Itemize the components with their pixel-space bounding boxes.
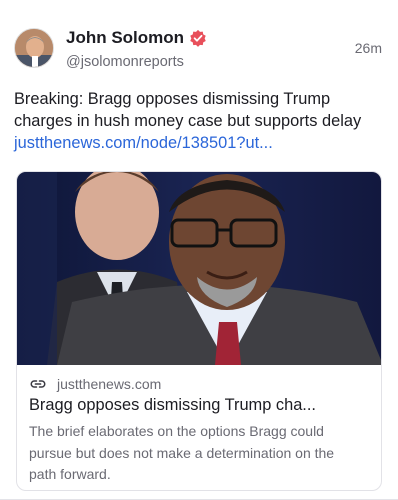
post-timestamp[interactable]: 26m <box>355 40 382 56</box>
author-name[interactable]: John Solomon <box>66 28 184 48</box>
author-avatar[interactable] <box>14 28 54 68</box>
post-card[interactable]: John Solomon @jsolomonreports 26m Breaki… <box>0 0 398 500</box>
post-body: Breaking: Bragg opposes dismissing Trump… <box>14 88 380 154</box>
verified-badge-icon <box>190 29 206 47</box>
link-preview-card[interactable]: justthenews.com Bragg opposes dismissing… <box>16 171 382 491</box>
post-header: John Solomon @jsolomonreports 26m <box>14 24 384 74</box>
author-info: John Solomon @jsolomonreports <box>66 28 207 70</box>
link-icon <box>30 380 46 388</box>
preview-description: The brief elaborates on the options Brag… <box>29 423 335 482</box>
preview-domain: justthenews.com <box>57 376 162 392</box>
post-text: Breaking: Bragg opposes dismissing Trump… <box>14 90 362 130</box>
preview-image <box>17 172 381 365</box>
post-link[interactable]: justthenews.com/node/138501?ut... <box>14 134 273 152</box>
author-handle[interactable]: @jsolomonreports <box>66 54 207 70</box>
preview-meta: justthenews.com Bragg opposes dismissing… <box>29 375 369 486</box>
preview-title: Bragg opposes dismissing Trump cha... <box>29 396 316 414</box>
